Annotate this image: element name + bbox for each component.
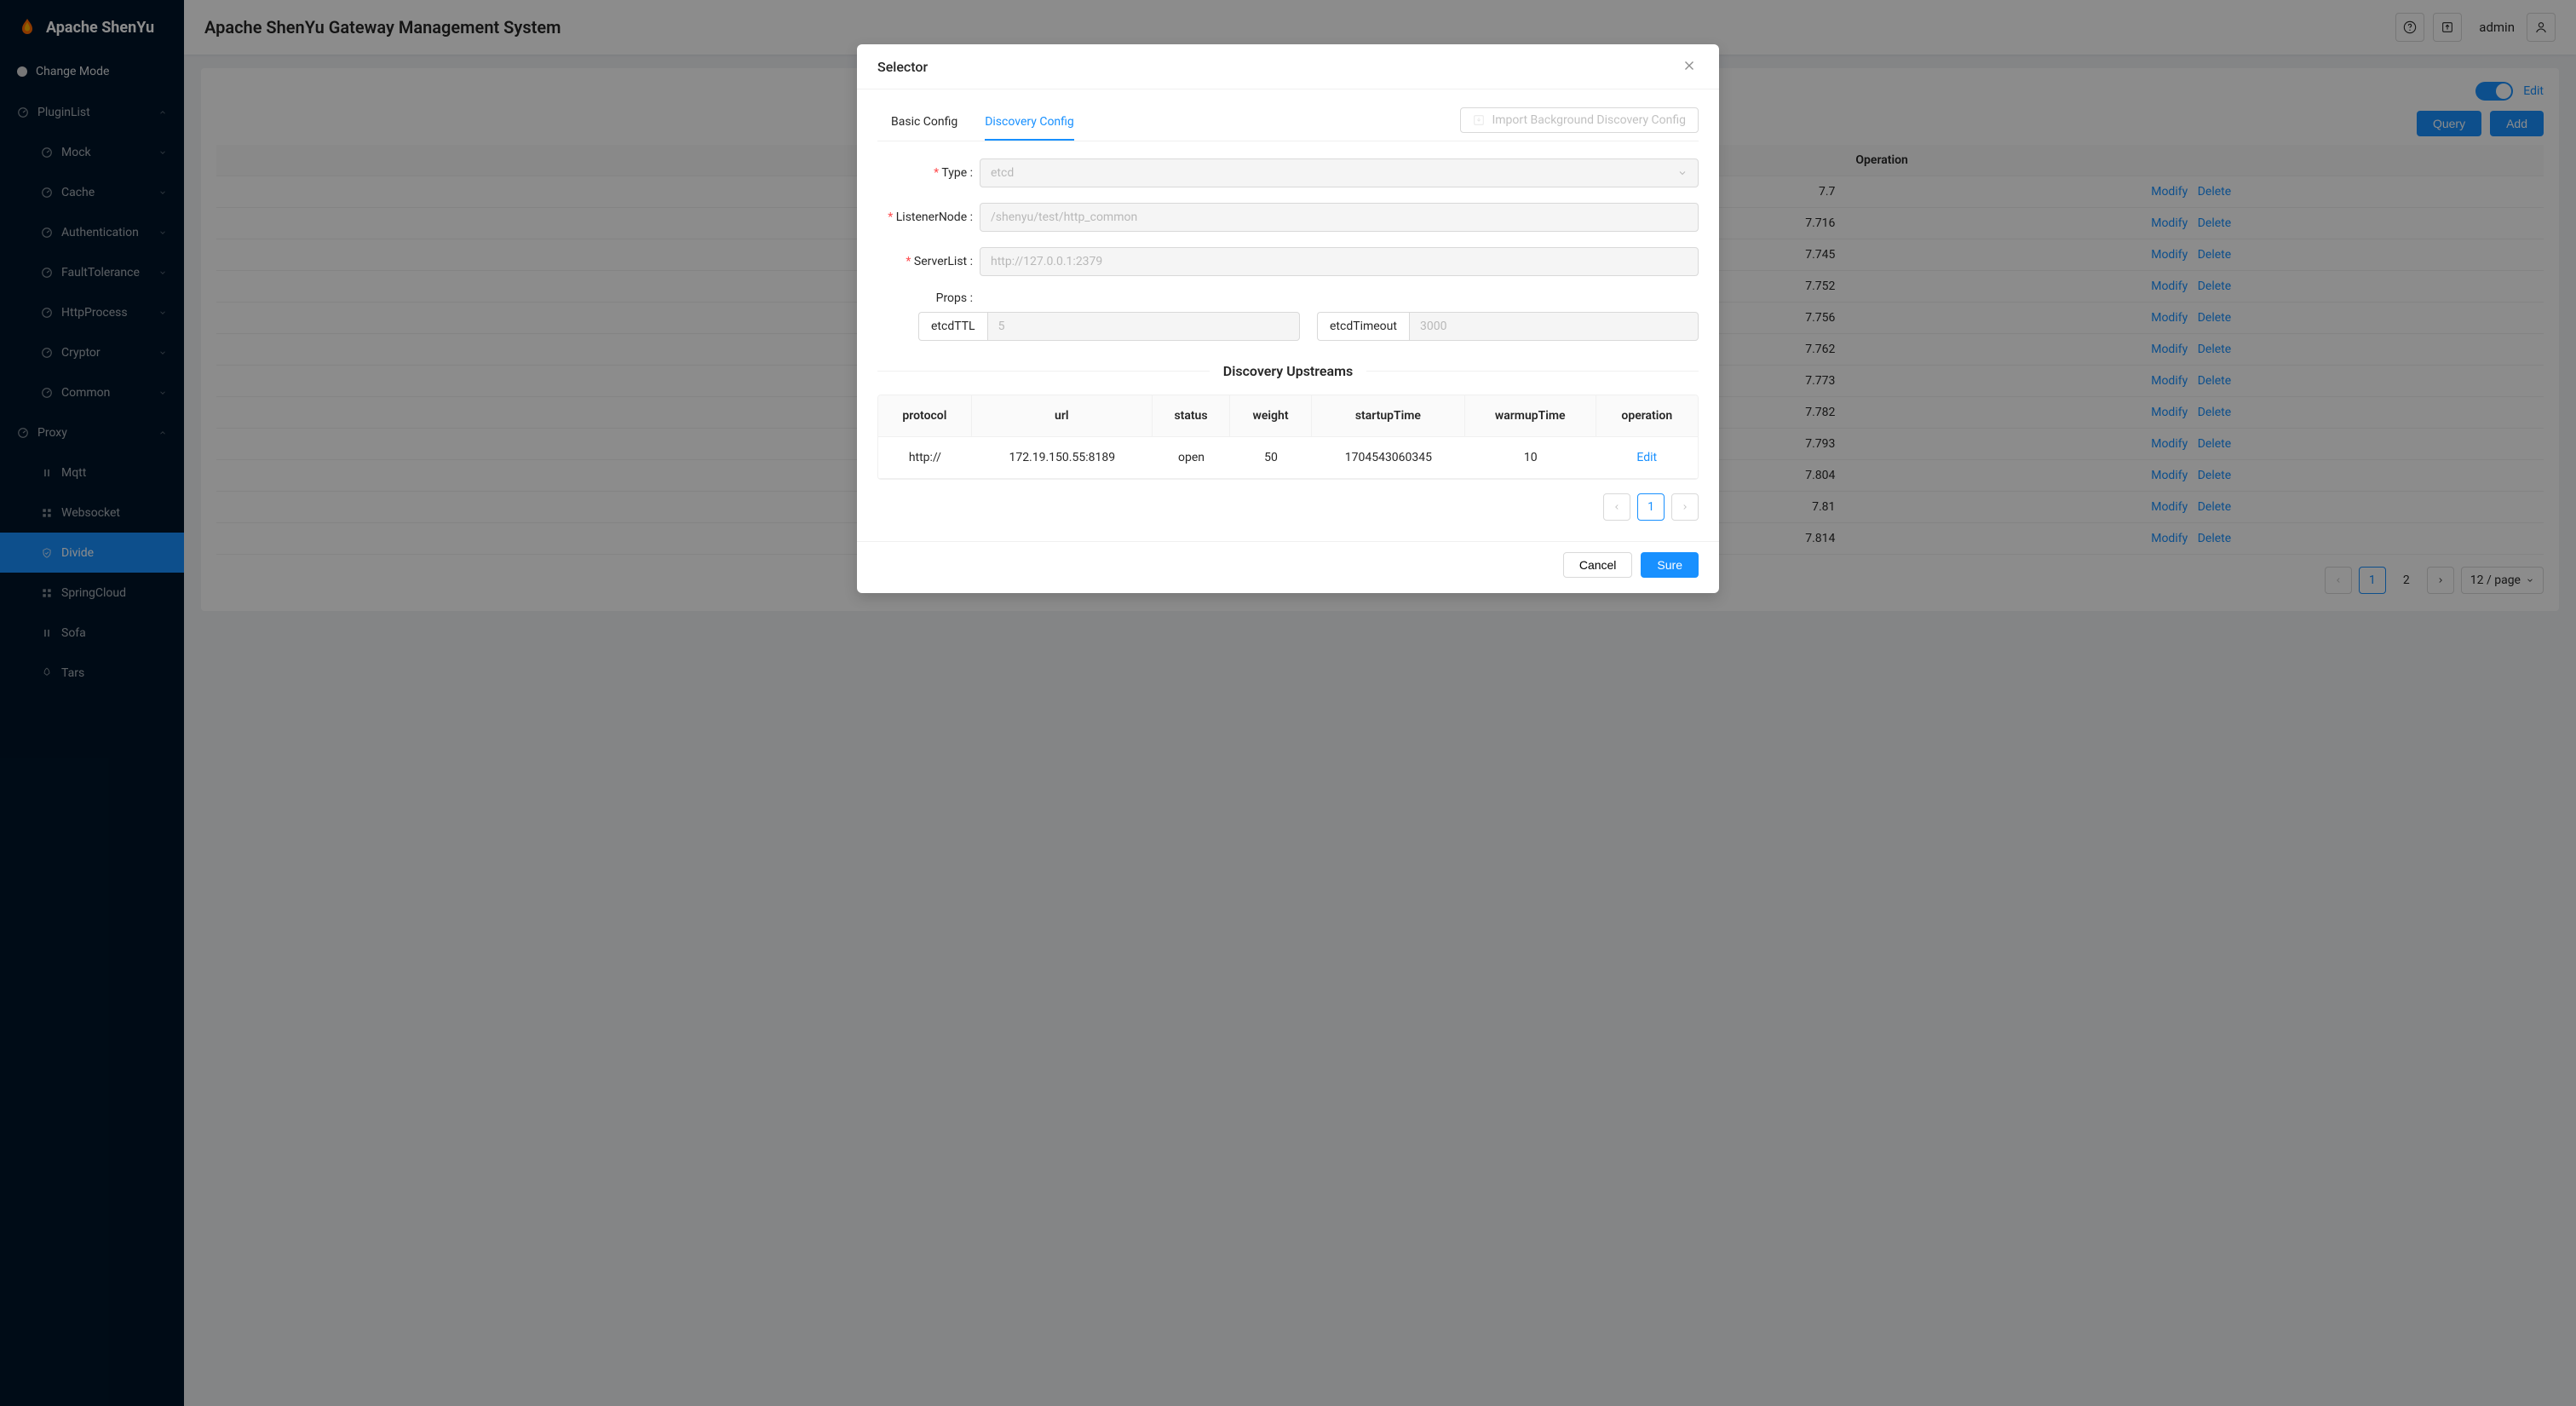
- chevron-left-icon: [1613, 503, 1621, 511]
- listener-input[interactable]: /shenyu/test/http_common: [980, 203, 1699, 232]
- listener-placeholder: /shenyu/test/http_common: [991, 210, 1137, 224]
- cell-weight: 50: [1230, 437, 1312, 479]
- cell-startup: 1704543060345: [1312, 437, 1465, 479]
- import-icon: [1473, 114, 1485, 126]
- tab-discovery-config[interactable]: Discovery Config: [985, 107, 1074, 141]
- type-label: Type: [877, 166, 980, 180]
- sure-button[interactable]: Sure: [1641, 552, 1699, 578]
- upstreams-title: Discovery Upstreams: [1210, 363, 1366, 379]
- chevron-down-icon: [1677, 168, 1688, 178]
- cell-protocol: http://: [878, 437, 972, 479]
- up-page-prev[interactable]: [1603, 493, 1630, 521]
- table-row: http:// 172.19.150.55:8189 open 50 17045…: [878, 437, 1698, 479]
- chevron-right-icon: [1681, 503, 1689, 511]
- upstream-pagination: 1: [877, 493, 1699, 521]
- modal-close-button[interactable]: [1682, 58, 1699, 75]
- upstreams-table: protocolurlstatusweightstartupTimewarmup…: [877, 395, 1699, 480]
- upstream-edit-link[interactable]: Edit: [1636, 451, 1657, 464]
- selector-modal: Selector Basic Config Discovery Config I…: [857, 44, 1719, 593]
- prop-etcdttl: etcdTTL 5: [918, 312, 1300, 341]
- col-url: url: [972, 395, 1153, 437]
- props-label: Props: [877, 291, 980, 305]
- import-discovery-button: Import Background Discovery Config: [1460, 107, 1699, 133]
- serverlist-input[interactable]: http://127.0.0.1:2379: [980, 247, 1699, 276]
- prop-addon: etcdTTL: [918, 312, 987, 341]
- cell-warmup: 10: [1465, 437, 1596, 479]
- col-warmupTime: warmupTime: [1465, 395, 1596, 437]
- server-placeholder: http://127.0.0.1:2379: [991, 255, 1102, 268]
- close-icon: [1682, 58, 1697, 73]
- modal-tabs: Basic Config Discovery Config: [877, 107, 1074, 141]
- cell-status: open: [1153, 437, 1230, 479]
- col-weight: weight: [1230, 395, 1312, 437]
- listener-label: ListenerNode: [877, 210, 980, 224]
- col-startupTime: startupTime: [1312, 395, 1465, 437]
- cancel-button[interactable]: Cancel: [1563, 552, 1633, 578]
- prop-etcdtimeout: etcdTimeout 3000: [1317, 312, 1699, 341]
- col-operation: operation: [1596, 395, 1698, 437]
- prop-addon: etcdTimeout: [1317, 312, 1409, 341]
- col-protocol: protocol: [878, 395, 972, 437]
- up-page-next[interactable]: [1671, 493, 1699, 521]
- prop-input-etcdttl[interactable]: 5: [987, 312, 1300, 341]
- modal-title: Selector: [877, 59, 928, 75]
- cell-url: 172.19.150.55:8189: [972, 437, 1153, 479]
- prop-input-etcdtimeout[interactable]: 3000: [1409, 312, 1699, 341]
- col-status: status: [1153, 395, 1230, 437]
- type-select[interactable]: etcd: [980, 158, 1699, 187]
- tab-basic-config[interactable]: Basic Config: [891, 107, 957, 141]
- import-label: Import Background Discovery Config: [1492, 113, 1686, 127]
- upstreams-divider: Discovery Upstreams: [877, 363, 1699, 379]
- server-label: ServerList: [877, 255, 980, 268]
- up-page-1[interactable]: 1: [1637, 493, 1665, 521]
- type-value: etcd: [991, 166, 1014, 180]
